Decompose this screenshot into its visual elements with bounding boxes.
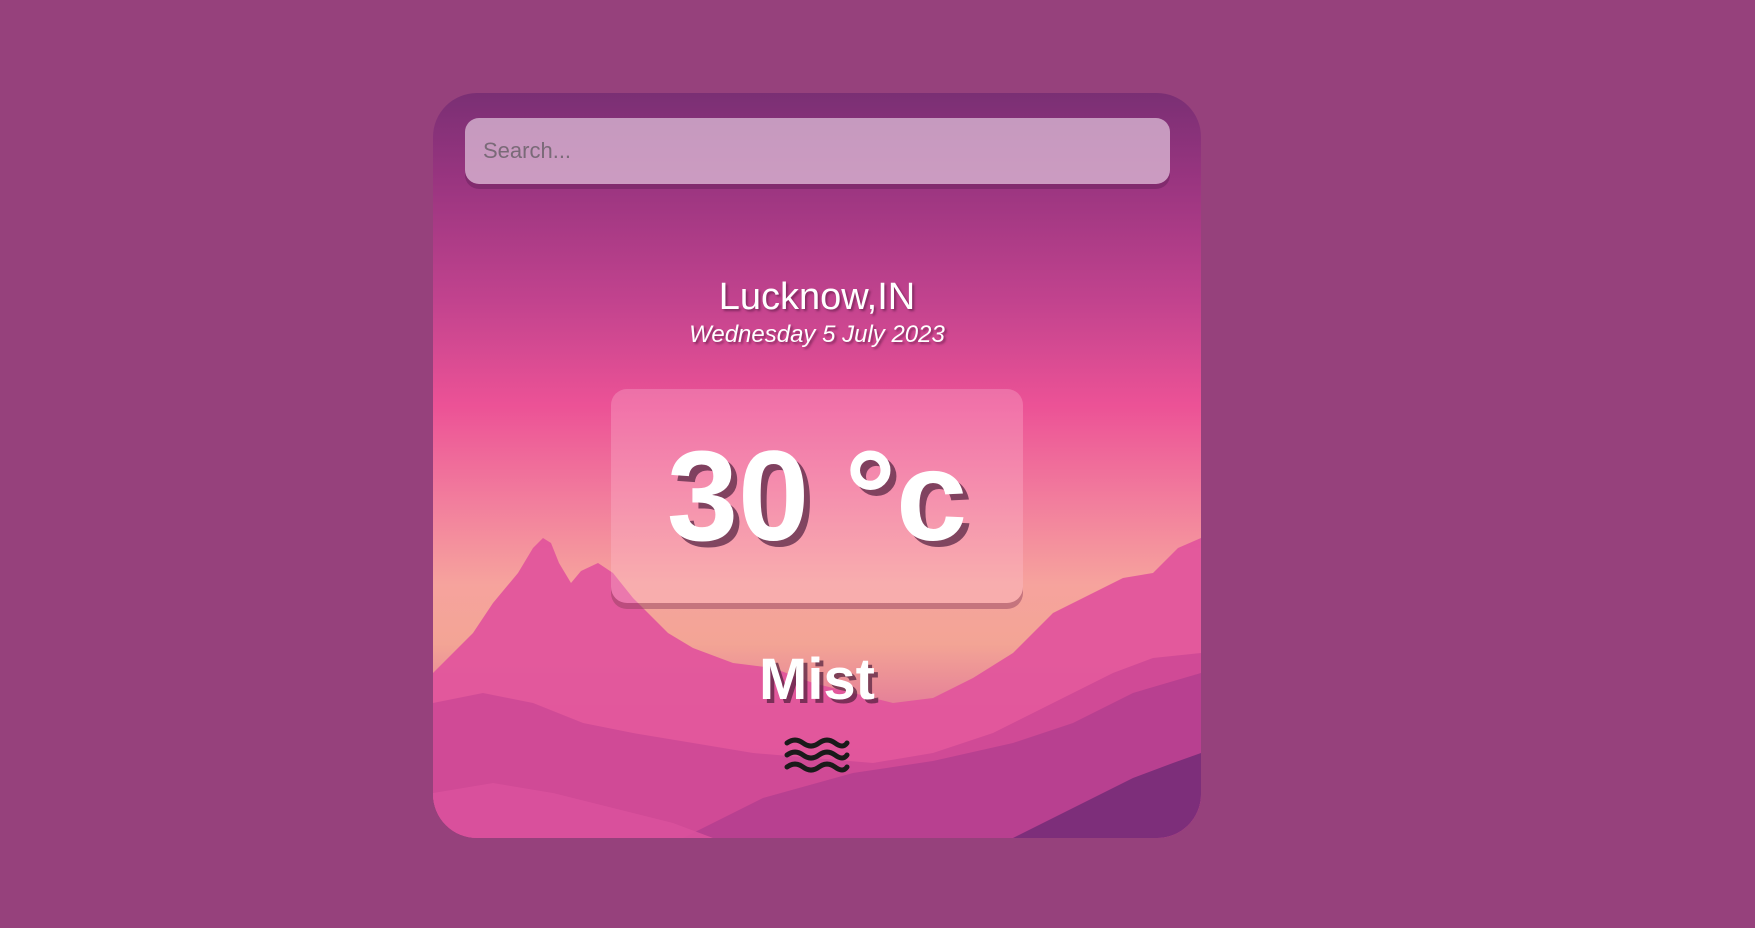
weather-condition: Mist [759,647,875,712]
search-input[interactable] [465,118,1170,184]
weather-card: Lucknow,IN Wednesday 5 July 2023 30 °c M… [433,93,1201,838]
mist-icon [784,737,850,773]
current-date: Wednesday 5 July 2023 [689,321,945,348]
temperature-value: 30 °c [666,425,968,568]
temperature-panel: 30 °c [611,389,1023,603]
location-name: Lucknow,IN [718,276,916,318]
